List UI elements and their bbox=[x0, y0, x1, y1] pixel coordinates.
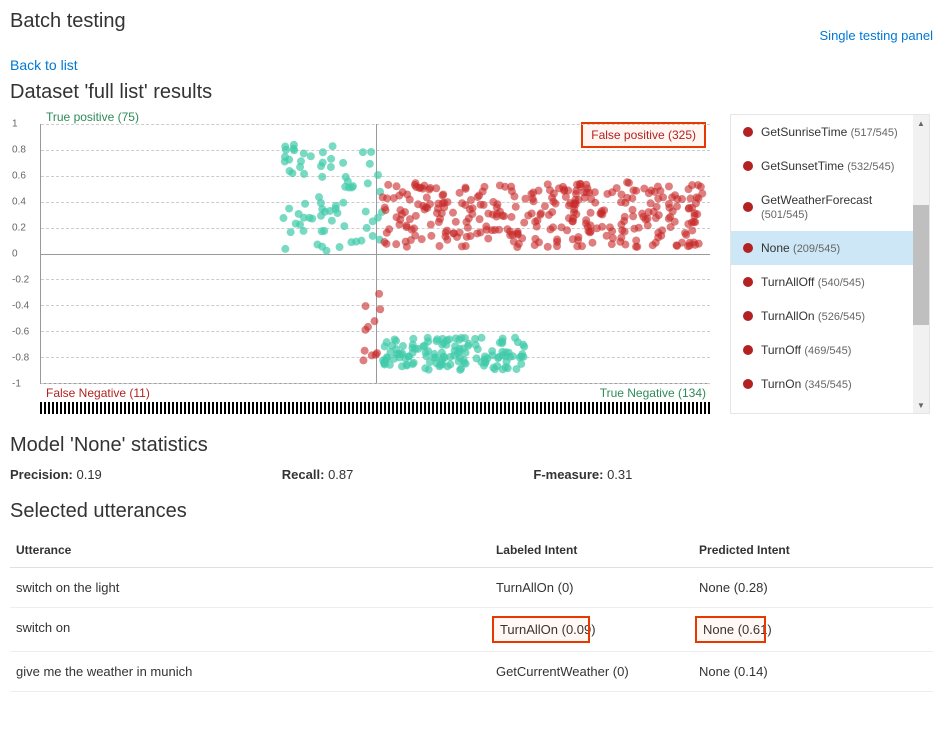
y-tick-label: 0 bbox=[12, 249, 18, 260]
labeled-intent-cell: TurnAllOn (0.09) bbox=[490, 608, 693, 652]
gridline bbox=[41, 383, 710, 384]
selected-utterances-title: Selected utterances bbox=[10, 500, 933, 523]
intent-item-turnallon[interactable]: TurnAllOn (526/545) bbox=[731, 299, 929, 333]
intent-name: GetSunsetTime (532/545) bbox=[761, 159, 894, 173]
utterance-cell: give me the weather in munich bbox=[10, 652, 490, 692]
intent-status-dot bbox=[743, 277, 753, 287]
predicted-intent-cell: None (0.14) bbox=[693, 652, 933, 692]
dataset-results-title: Dataset 'full list' results bbox=[10, 81, 933, 104]
predicted-intent-header: Predicted Intent bbox=[693, 533, 933, 568]
utterance-cell: switch on bbox=[10, 608, 490, 652]
y-tick-label: 0.6 bbox=[12, 171, 26, 182]
x-ticks bbox=[40, 402, 710, 414]
single-testing-panel-link[interactable]: Single testing panel bbox=[820, 28, 933, 43]
intent-item-turnoff[interactable]: TurnOff (469/545) bbox=[731, 333, 929, 367]
table-row[interactable]: give me the weather in munichGetCurrentW… bbox=[10, 652, 933, 692]
back-to-list-link[interactable]: Back to list bbox=[10, 57, 933, 73]
model-statistics-title: Model 'None' statistics bbox=[10, 434, 933, 457]
intent-item-getsunsettime[interactable]: GetSunsetTime (532/545) bbox=[731, 149, 929, 183]
intent-status-dot bbox=[743, 202, 753, 212]
y-tick-label: 0.8 bbox=[12, 145, 26, 156]
scrollbar-thumb[interactable] bbox=[913, 205, 929, 325]
intent-name: TurnAllOn (526/545) bbox=[761, 309, 865, 323]
predicted-intent-cell: None (0.61) bbox=[693, 608, 933, 652]
scrollbar-down-arrow[interactable]: ▼ bbox=[913, 397, 929, 413]
intent-status-dot bbox=[743, 379, 753, 389]
intent-status-dot bbox=[743, 161, 753, 171]
scatter-points bbox=[41, 124, 710, 383]
intent-item-turnon[interactable]: TurnOn (345/545) bbox=[731, 367, 929, 401]
recall-stat: Recall: 0.87 bbox=[282, 467, 354, 482]
y-tick-label: 0.2 bbox=[12, 223, 26, 234]
intent-item-turnalloff[interactable]: TurnAllOff (540/545) bbox=[731, 265, 929, 299]
intent-item-getsunrisetime[interactable]: GetSunriseTime (517/545) bbox=[731, 115, 929, 149]
intent-item-none[interactable]: None (209/545) bbox=[731, 231, 929, 265]
intent-list[interactable]: GetSunriseTime (517/545) GetSunsetTime (5… bbox=[731, 115, 929, 407]
y-tick-label: -0.2 bbox=[12, 275, 29, 286]
utterance-cell: switch on the light bbox=[10, 568, 490, 608]
y-tick-label: -0.6 bbox=[12, 327, 29, 338]
fmeasure-stat: F-measure: 0.31 bbox=[533, 467, 632, 482]
intent-status-dot bbox=[743, 243, 753, 253]
predicted-intent-cell: None (0.28) bbox=[693, 568, 933, 608]
y-tick-label: 0.4 bbox=[12, 197, 26, 208]
page-title: Batch testing bbox=[10, 10, 126, 33]
y-tick-label: 1 bbox=[12, 119, 18, 130]
intent-list-panel: GetSunriseTime (517/545) GetSunsetTime (5… bbox=[730, 114, 930, 414]
labeled-intent-cell: TurnAllOn (0) bbox=[490, 568, 693, 608]
labeled-intent-header: Labeled Intent bbox=[490, 533, 693, 568]
quadrant-label-fn: False Negative (11) bbox=[46, 386, 150, 400]
quadrant-label-tn: True Negative (134) bbox=[600, 386, 706, 400]
quadrant-label-tp: True positive (75) bbox=[46, 110, 139, 124]
intent-item-getweatherforecast[interactable]: GetWeatherForecast (501/545) bbox=[731, 183, 929, 231]
utterance-header: Utterance bbox=[10, 533, 490, 568]
intent-name: GetWeatherForecast (501/545) bbox=[761, 193, 917, 221]
intent-status-dot bbox=[743, 127, 753, 137]
scrollbar-up-arrow[interactable]: ▲ bbox=[913, 115, 929, 131]
intent-name: TurnAllOff (540/545) bbox=[761, 275, 865, 289]
chart-area bbox=[40, 124, 710, 384]
labeled-intent-cell: GetCurrentWeather (0) bbox=[490, 652, 693, 692]
y-tick-label: -0.4 bbox=[12, 301, 29, 312]
model-statistics: Precision: 0.19 Recall: 0.87 F-measure: … bbox=[10, 467, 933, 482]
intent-name: TurnOn (345/545) bbox=[761, 377, 852, 391]
y-tick-label: -0.8 bbox=[12, 353, 29, 364]
confusion-scatter-chart: True positive (75) False positive (325) … bbox=[10, 114, 710, 414]
intent-name: GetSunriseTime (517/545) bbox=[761, 125, 898, 139]
intent-name: TurnOff (469/545) bbox=[761, 343, 851, 357]
y-tick-label: -1 bbox=[12, 379, 21, 390]
precision-stat: Precision: 0.19 bbox=[10, 467, 102, 482]
table-row[interactable]: switch on the lightTurnAllOn (0)None (0.… bbox=[10, 568, 933, 608]
utterances-table: Utterance Labeled Intent Predicted Inten… bbox=[10, 533, 933, 692]
intent-status-dot bbox=[743, 345, 753, 355]
intent-name: None (209/545) bbox=[761, 241, 840, 255]
table-row[interactable]: switch onTurnAllOn (0.09)None (0.61) bbox=[10, 608, 933, 652]
intent-status-dot bbox=[743, 311, 753, 321]
